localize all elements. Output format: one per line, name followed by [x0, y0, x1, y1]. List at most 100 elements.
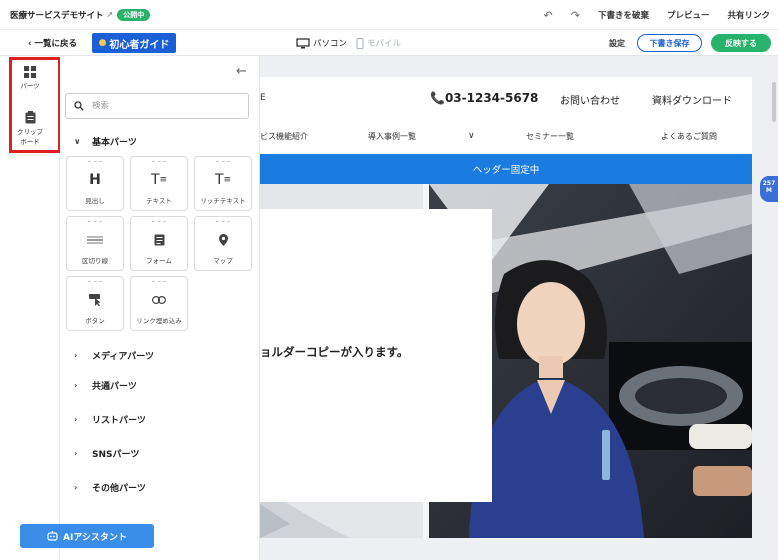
ai-assistant-button[interactable]: AIアシスタント: [20, 524, 154, 548]
tile-drag-handle: [88, 161, 102, 162]
section-label: SNSパーツ: [92, 450, 140, 460]
heading-icon: H: [89, 172, 101, 188]
part-tile-label: ボタン: [85, 317, 105, 325]
section-label: メディアパーツ: [92, 352, 155, 362]
preview-button[interactable]: プレビュー: [667, 9, 710, 21]
nav-item[interactable]: ビス機能紹介: [260, 131, 308, 142]
tile-drag-handle: [152, 221, 166, 222]
parts-panel: ← ∨ 基本パーツ H 見出し T≡ テキスト T≡ リッチテキスト: [60, 56, 260, 560]
share-link-button[interactable]: 共有リンク: [727, 9, 770, 21]
chevron-right-icon: ›: [74, 415, 78, 424]
apply-button[interactable]: 反映する: [711, 34, 771, 52]
part-tile-form[interactable]: フォーム: [130, 216, 188, 271]
nav-item[interactable]: 導入事例一覧: [368, 131, 416, 142]
chevron-right-icon: ›: [74, 381, 78, 390]
section-sns-parts[interactable]: › SNSパーツ: [74, 447, 139, 460]
button-click-icon: [67, 291, 123, 309]
form-icon: [131, 231, 187, 249]
side-badge-line1: 257: [762, 180, 776, 187]
chevron-down-icon[interactable]: ∨: [468, 131, 475, 141]
back-to-list-link[interactable]: ‹ 一覧に戻る: [28, 37, 77, 49]
nav-item[interactable]: セミナー一覧: [526, 131, 574, 142]
site-preview-canvas[interactable]: E 📞03-1234-5678 お問い合わせ 資料ダウンロード ビス機能紹介 導…: [260, 77, 752, 538]
discard-draft-button[interactable]: 下書きを破棄: [598, 9, 649, 21]
save-draft-button[interactable]: 下書き保存: [637, 34, 702, 52]
device-mobile-toggle[interactable]: モバイル: [356, 30, 401, 56]
guide-label: 初心者ガイド: [109, 39, 170, 51]
nav-item[interactable]: よくあるご質問: [661, 131, 717, 142]
hero-shoulder-copy: ョルダーコピーが入ります。: [260, 345, 409, 359]
tile-drag-handle: [88, 221, 102, 222]
redo-icon[interactable]: ↷: [571, 9, 580, 22]
part-tile-label: リンク埋め込み: [136, 317, 182, 325]
part-tile-text[interactable]: T ≡ テキスト: [130, 156, 188, 211]
site-nav: ビス機能紹介 導入事例一覧 ∨ セミナー一覧 よくあるご質問: [260, 131, 752, 151]
section-common-parts[interactable]: › 共通パーツ: [74, 379, 137, 392]
chevron-down-icon: ∨: [74, 137, 81, 146]
phone-number: 03-1234-5678: [444, 91, 539, 105]
section-label: 共通パーツ: [92, 382, 137, 392]
phone-icon: 📞: [430, 91, 445, 105]
lightbulb-icon: ●: [98, 38, 107, 48]
chevron-right-icon: ›: [74, 351, 78, 360]
part-tile-label: 見出し: [85, 197, 105, 205]
editor-toolbar: ‹ 一覧に戻る ● 初心者ガイド パソコン モバイル 設定 下書き保存 反映する: [0, 30, 778, 56]
undo-icon[interactable]: ↶: [544, 9, 553, 22]
part-tile-heading[interactable]: H 見出し: [66, 156, 124, 211]
part-tile-link-embed[interactable]: リンク埋め込み: [130, 276, 188, 331]
external-link-icon[interactable]: ↗: [107, 10, 114, 19]
device-mobile-label: モバイル: [367, 39, 402, 49]
section-label: リストパーツ: [92, 416, 146, 426]
map-pin-icon: [195, 231, 251, 249]
chevron-right-icon: ›: [74, 483, 78, 492]
part-tile-label: 区切り線: [82, 257, 108, 265]
tile-drag-handle: [216, 161, 230, 162]
hero-text-card: ョルダーコピーが入ります。: [260, 209, 492, 502]
part-tile-rich-text[interactable]: T ≡ リッチテキスト: [194, 156, 252, 211]
top-bar: 医療サービスデモサイト ↗ 公開中 ↶ ↷ 下書きを破棄 プレビュー 共有リンク: [0, 0, 778, 30]
header-phone[interactable]: 📞03-1234-5678: [430, 91, 538, 105]
preview-scrollbar[interactable]: [772, 82, 776, 122]
tile-drag-handle: [152, 161, 166, 162]
site-logo-text: E: [260, 93, 266, 103]
section-basic-parts[interactable]: ∨ 基本パーツ: [74, 135, 137, 148]
section-media-parts[interactable]: › メディアパーツ: [74, 349, 154, 362]
link-icon: [131, 291, 187, 309]
device-pc-toggle[interactable]: パソコン: [296, 30, 347, 56]
device-pc-label: パソコン: [313, 39, 348, 49]
part-tile-label: フォーム: [146, 257, 172, 265]
section-other-parts[interactable]: › その他パーツ: [74, 481, 146, 494]
header-fixed-banner: ヘッダー固定中: [260, 154, 752, 184]
part-tile-label: マップ: [213, 257, 233, 265]
settings-link[interactable]: 設定: [609, 30, 625, 56]
part-tile-label: テキスト: [146, 197, 172, 205]
chevron-right-icon: ›: [74, 449, 78, 458]
side-badge[interactable]: 257 M: [760, 176, 778, 202]
top-actions: ↶ ↷ 下書きを破棄 プレビュー 共有リンク: [544, 0, 770, 30]
publish-status-badge: 公開中: [117, 8, 151, 21]
section-basic-parts-label: 基本パーツ: [92, 138, 137, 148]
part-tile-map[interactable]: マップ: [194, 216, 252, 271]
tile-drag-handle: [152, 281, 166, 282]
tile-drag-handle: [216, 221, 230, 222]
side-badge-line2: M: [766, 187, 772, 194]
monitor-icon: [296, 37, 310, 48]
collapse-panel-arrow-icon[interactable]: ←: [236, 64, 247, 79]
ai-assistant-label: AIアシスタント: [63, 532, 127, 543]
part-tile-label: リッチテキスト: [200, 197, 246, 205]
parts-search-box: [65, 93, 249, 119]
header-contact-link[interactable]: お問い合わせ: [560, 92, 620, 107]
robot-icon: [47, 531, 58, 541]
parts-search-input[interactable]: [92, 101, 232, 111]
part-tile-divider[interactable]: 区切り線: [66, 216, 124, 271]
part-tile-button[interactable]: ボタン: [66, 276, 124, 331]
header-download-link[interactable]: 資料ダウンロード: [652, 92, 732, 107]
text-icon: T ≡: [150, 172, 168, 188]
section-label: その他パーツ: [92, 484, 146, 494]
beginner-guide-button[interactable]: ● 初心者ガイド: [92, 33, 176, 53]
search-icon: [74, 101, 84, 111]
rich-text-icon: T ≡: [214, 172, 232, 188]
back-label: 一覧に戻る: [34, 38, 77, 49]
site-title: 医療サービスデモサイト: [10, 10, 104, 21]
section-list-parts[interactable]: › リストパーツ: [74, 413, 146, 426]
